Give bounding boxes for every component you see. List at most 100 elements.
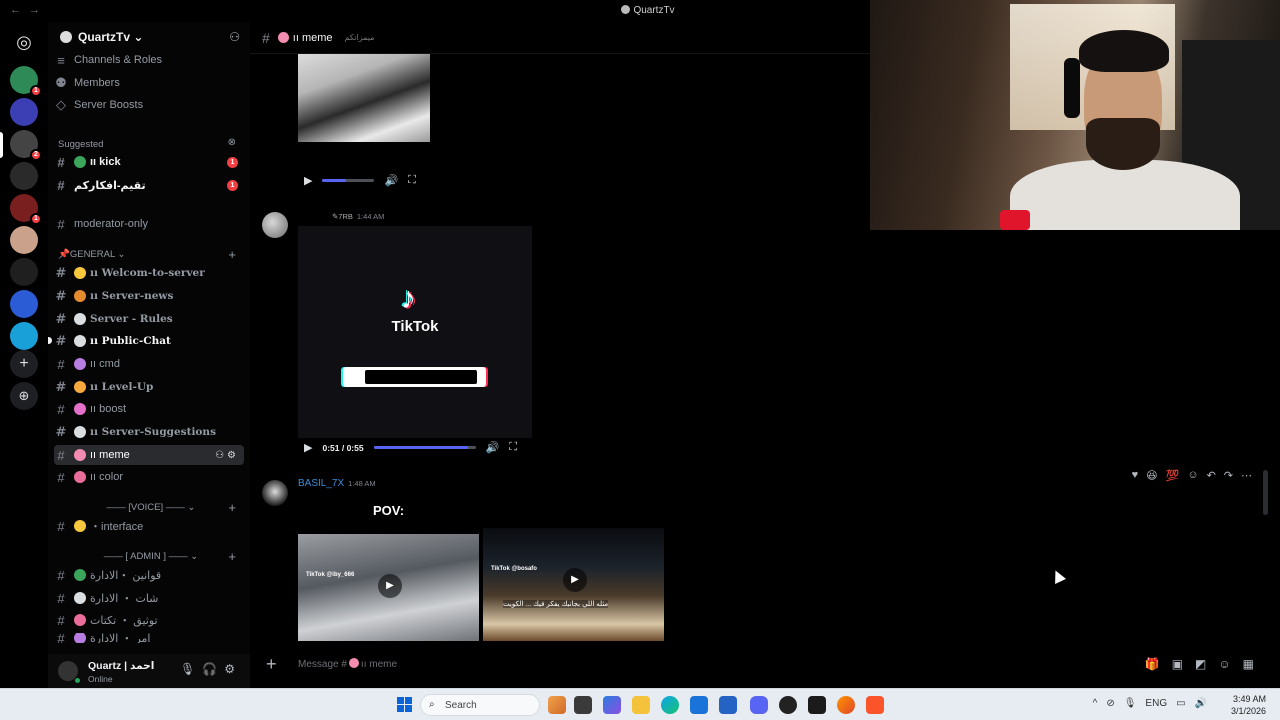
channel-item[interactable]: # ıı cmd: [54, 354, 244, 374]
channel-item[interactable]: # ıı boost: [54, 399, 244, 419]
general-category[interactable]: 📌GENERAL ⌄ +: [58, 247, 244, 262]
channel-item[interactable]: # ıı Welcom-to-server: [54, 263, 244, 283]
attach-plus-icon[interactable]: +: [266, 654, 277, 675]
widgets-icon[interactable]: [548, 696, 566, 714]
outlook-icon[interactable]: [719, 696, 737, 714]
mic-icon[interactable]: 🎙: [180, 662, 202, 676]
volume-icon[interactable]: 🔊: [384, 174, 398, 187]
add-member-icon[interactable]: ⚇: [229, 30, 240, 44]
channel-admin-chat[interactable]: # شات ・ الادارة: [54, 588, 244, 608]
author-name[interactable]: BASIL_7X: [298, 478, 344, 489]
channel-item[interactable]: # ıı meme ⚇⚙: [54, 445, 244, 465]
wifi-icon[interactable]: ▭: [1176, 698, 1194, 709]
play-icon[interactable]: ▶: [304, 174, 312, 187]
voice-category[interactable]: —— [VOICE] —— ⌄ +: [58, 500, 244, 515]
chevron-up-icon[interactable]: ^: [1093, 698, 1107, 709]
forward-icon[interactable]: ↷: [1224, 469, 1233, 482]
reaction-100[interactable]: 💯: [1166, 469, 1180, 482]
link-channels-roles[interactable]: ≡ Channels & Roles: [54, 50, 244, 70]
server-5-icon[interactable]: 1: [10, 194, 42, 225]
apps-icon[interactable]: ▦: [1243, 657, 1266, 671]
image-attachment[interactable]: [298, 54, 430, 142]
tiktok-open-button[interactable]: [343, 367, 486, 387]
clock[interactable]: 3:49 AM 3/1/2026: [1231, 693, 1266, 717]
channel-item[interactable]: # ıı Server-news: [54, 286, 244, 306]
firefox-icon[interactable]: [837, 696, 855, 714]
channel-admin-rules[interactable]: # قوانين ・الادارة: [54, 565, 244, 585]
composer-tools[interactable]: 🎁▣◩☺▦: [1145, 657, 1266, 671]
progress-track[interactable]: [373, 446, 476, 449]
admin-category[interactable]: —— [ ADMIN ] —— ⌄ +: [58, 549, 244, 564]
settings-gear-icon[interactable]: ⚙: [224, 662, 242, 676]
server-1-icon[interactable]: 1: [10, 66, 42, 97]
add-channel-icon[interactable]: +: [228, 500, 236, 515]
add-channel-icon[interactable]: +: [228, 247, 236, 262]
add-reaction-icon[interactable]: ☺: [1187, 469, 1198, 482]
terminal-icon[interactable]: [808, 696, 826, 714]
discord-home-icon[interactable]: ◎: [10, 28, 38, 56]
channel-item[interactable]: # ıı Level-Up: [54, 377, 244, 397]
play-icon[interactable]: ▶: [304, 441, 312, 454]
video-thumbnail[interactable]: TikTok @bosafo ▶ مثله اللي بجانبك يفكر ف…: [483, 528, 664, 641]
volume-icon[interactable]: 🔊: [486, 441, 500, 454]
channel-settings-icon[interactable]: ⚇⚙: [215, 450, 239, 461]
dismiss-icon[interactable]: ⊗: [228, 137, 236, 148]
taskbar-search[interactable]: ⌕ Search: [420, 694, 540, 716]
message-input[interactable]: Message # ıı meme: [298, 658, 397, 670]
file-explorer-icon[interactable]: [632, 696, 650, 714]
task-view-icon[interactable]: [574, 696, 592, 714]
server-2-icon[interactable]: [10, 98, 38, 126]
channel-moderator-only[interactable]: # moderator-only: [54, 214, 244, 234]
gif-icon[interactable]: ▣: [1172, 657, 1195, 671]
volume-tray-icon[interactable]: 🔊: [1195, 698, 1216, 709]
brave-icon[interactable]: [866, 696, 884, 714]
add-server-button[interactable]: +: [10, 350, 38, 378]
channel-item[interactable]: # ıı Server-Suggestions: [54, 422, 244, 442]
server-4-icon[interactable]: [10, 162, 38, 190]
channel-suggest-ideas[interactable]: # تقيم-افكاركم 1: [54, 175, 244, 195]
channel-admin-tickets[interactable]: # توثيق ・ تكتات: [54, 610, 244, 630]
more-icon[interactable]: ⋯: [1241, 469, 1252, 482]
server-7-icon[interactable]: [10, 258, 38, 286]
channel-kick[interactable]: # ıı kick 1: [54, 152, 244, 172]
mic-tray-icon[interactable]: 🎙: [1124, 698, 1146, 709]
reaction-heart[interactable]: ♥: [1132, 469, 1139, 482]
link-server-boosts[interactable]: ◇ Server Boosts: [54, 95, 244, 115]
tiktok-embed[interactable]: ♪ TikTok: [298, 226, 532, 438]
server-6-icon[interactable]: [10, 226, 38, 254]
channel-interface[interactable]: # ・interface: [54, 516, 244, 536]
guild-header[interactable]: QuartzTv ⌄ ⚇: [48, 22, 250, 53]
server-8-icon[interactable]: [10, 290, 38, 318]
author-name[interactable]: ✎7RB: [332, 212, 353, 221]
video-thumbnail[interactable]: TikTok @iby_666 ▶: [298, 534, 479, 641]
reaction-laugh[interactable]: 😆: [1146, 469, 1157, 482]
discord-taskbar-icon[interactable]: [750, 696, 768, 714]
copilot-icon[interactable]: [603, 696, 621, 714]
server-quartz-icon[interactable]: 2: [10, 130, 42, 161]
channel-admin-commands[interactable]: # امر ・ الادارة: [54, 633, 244, 643]
language-indicator[interactable]: ENG: [1145, 698, 1167, 709]
gift-icon[interactable]: 🎁: [1145, 657, 1172, 671]
sticker-icon[interactable]: ◩: [1195, 657, 1218, 671]
headset-icon[interactable]: 🎧: [202, 662, 224, 676]
server-9-icon[interactable]: [10, 322, 38, 350]
reply-icon[interactable]: ↶: [1207, 469, 1216, 482]
network-icon[interactable]: ⊘: [1106, 698, 1123, 709]
add-channel-icon[interactable]: +: [228, 549, 236, 564]
scrollbar[interactable]: [1263, 470, 1268, 515]
progress-track[interactable]: [322, 179, 375, 182]
play-icon[interactable]: ▶: [378, 574, 402, 598]
system-tray[interactable]: ^⊘🎙ENG ▭🔊: [1093, 698, 1216, 709]
obs-icon[interactable]: [779, 696, 797, 714]
channel-item[interactable]: # ıı Public-Chat: [48, 331, 244, 351]
store-icon[interactable]: [690, 696, 708, 714]
avatar[interactable]: [262, 480, 288, 506]
link-members[interactable]: ⚉ Members: [54, 73, 244, 93]
discover-button[interactable]: ⊕: [10, 382, 38, 410]
emoji-picker-icon[interactable]: ☺: [1218, 657, 1242, 671]
play-icon[interactable]: ▶: [563, 568, 587, 592]
avatar[interactable]: [262, 212, 288, 238]
user-controls[interactable]: 🎙🎧⚙: [180, 662, 242, 676]
fullscreen-icon[interactable]: ⛶: [509, 441, 517, 454]
start-button[interactable]: [397, 697, 412, 712]
